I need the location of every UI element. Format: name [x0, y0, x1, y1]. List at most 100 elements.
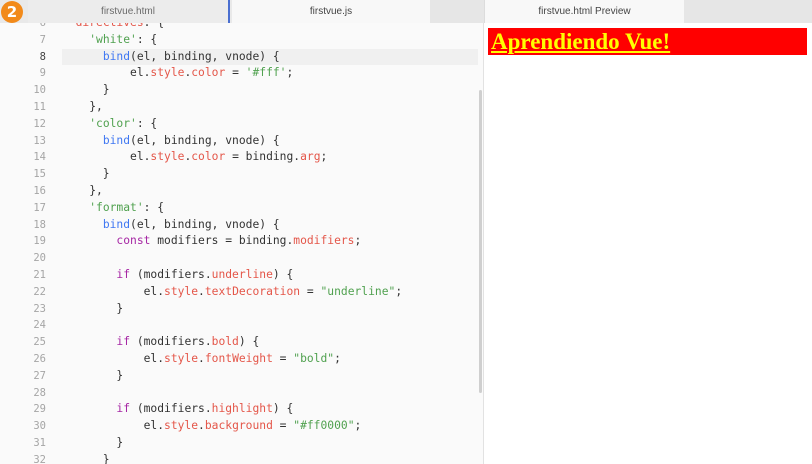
code-line[interactable]: 14 el.style.color = binding.arg;	[0, 149, 478, 166]
tab-bar-empty-area	[684, 0, 812, 23]
code-token: if	[116, 335, 131, 349]
code-text: bind(el, binding, vnode) {	[62, 133, 478, 150]
preview-heading: Aprendiendo Vue!	[488, 28, 807, 55]
code-token: ;	[286, 66, 294, 80]
code-token: style	[164, 419, 199, 433]
code-token: (modifiers.	[130, 335, 212, 349]
code-line[interactable]: 17 'format': {	[0, 200, 478, 217]
code-token: modifiers = binding.	[150, 234, 294, 248]
code-line[interactable]: 25 if (modifiers.bold) {	[0, 334, 478, 351]
code-token: }	[62, 452, 110, 464]
code-token: =	[300, 284, 321, 298]
code-token: color	[191, 150, 226, 164]
code-token: }	[62, 436, 124, 449]
code-token: el.	[62, 150, 151, 164]
code-text: }	[62, 435, 478, 452]
line-number: 12	[33, 117, 46, 130]
code-token: =	[272, 352, 294, 365]
code-token: (modifiers.	[130, 268, 212, 281]
code-line[interactable]: 22 el.style.textDecoration = "underline"…	[0, 284, 478, 301]
code-line[interactable]: 9 el.style.color = '#fff';	[0, 65, 478, 82]
line-number: 30	[33, 420, 46, 433]
code-line[interactable]: 30 el.style.background = "#ff0000";	[0, 418, 478, 435]
code-line[interactable]: 13 bind(el, binding, vnode) {	[0, 133, 478, 150]
code-line[interactable]: 29 if (modifiers.highlight) {	[0, 401, 478, 418]
code-line[interactable]: 24	[0, 317, 478, 334]
tab-firstvue-html-preview[interactable]: firstvue.html Preview	[484, 0, 684, 23]
code-token: (el, binding,	[130, 49, 226, 63]
code-line[interactable]: 27 }	[0, 368, 478, 385]
code-text: 'format': {	[62, 200, 478, 217]
code-token: el.	[62, 419, 165, 433]
tab-bar: firstvue.html firstvue.js firstvue.html …	[0, 0, 812, 23]
code-token: }	[62, 301, 124, 315]
code-text: 'color': {	[62, 116, 478, 133]
line-number: 31	[33, 437, 46, 449]
code-token: .	[198, 419, 205, 433]
code-token: if	[116, 268, 131, 281]
code-line[interactable]: 7 'white': {	[0, 32, 478, 49]
code-token: .	[198, 352, 205, 365]
code-line[interactable]: 21 if (modifiers.underline) {	[0, 267, 478, 284]
code-line[interactable]: 19 const modifiers = binding.modifiers;	[0, 233, 478, 250]
code-token: '#fff'	[245, 66, 287, 80]
code-token: =	[225, 66, 246, 80]
code-text: if (modifiers.bold) {	[62, 334, 478, 351]
tab-firstvue-js[interactable]: firstvue.js	[232, 0, 430, 23]
code-editor[interactable]: 6 directives: {7 'white': {8 bind(el, bi…	[0, 23, 483, 464]
code-text: }	[62, 82, 478, 99]
line-number: 11	[33, 101, 46, 113]
code-token: highlight	[211, 402, 273, 416]
code-line[interactable]: 15 }	[0, 166, 478, 183]
code-token: ) {	[272, 402, 294, 416]
code-token: underline	[211, 268, 273, 281]
code-token: },	[62, 100, 103, 113]
code-token: "bold"	[293, 352, 335, 365]
preview-pane: Aprendiendo Vue!	[484, 23, 812, 464]
line-number: 16	[33, 185, 46, 197]
code-line[interactable]: 16 },	[0, 183, 478, 200]
code-token: const	[116, 234, 151, 248]
code-text: }	[62, 368, 478, 385]
code-line[interactable]: 11 },	[0, 99, 478, 116]
code-line[interactable]: 32 }	[0, 452, 478, 464]
line-number: 25	[33, 336, 46, 349]
code-token: background	[204, 419, 273, 433]
code-token: ) {	[238, 335, 260, 349]
code-line[interactable]: 18 bind(el, binding, vnode) {	[0, 217, 478, 234]
tab-firstvue-html[interactable]: firstvue.html	[28, 0, 230, 23]
code-token: : {	[136, 32, 158, 46]
code-text: }	[62, 301, 478, 318]
code-line[interactable]: 26 el.style.fontWeight = "bold";	[0, 351, 478, 368]
code-line[interactable]: 12 'color': {	[0, 116, 478, 133]
code-line[interactable]: 20	[0, 250, 478, 267]
code-line[interactable]: 28	[0, 385, 478, 402]
code-token: style	[164, 352, 199, 365]
tab-bar-spacer	[430, 0, 484, 23]
code-line[interactable]: 8 bind(el, binding, vnode) {	[0, 48, 478, 66]
code-text: if (modifiers.highlight) {	[62, 401, 478, 418]
code-token: el.	[62, 284, 165, 298]
editor-scrollbar[interactable]	[479, 90, 482, 393]
code-token: style	[150, 66, 185, 80]
code-line[interactable]: 23 }	[0, 301, 478, 318]
line-number: 29	[33, 403, 46, 416]
code-line[interactable]: 10 }	[0, 82, 478, 99]
code-token: if	[116, 402, 131, 416]
code-text: const modifiers = binding.modifiers;	[62, 233, 478, 250]
code-token: ;	[354, 419, 362, 433]
line-number: 27	[33, 369, 46, 382]
code-line[interactable]: 6 directives: {	[0, 23, 478, 32]
code-token: modifiers	[293, 234, 355, 248]
code-line[interactable]: 31 }	[0, 435, 478, 452]
code-token: "underline"	[320, 284, 396, 298]
code-token: style	[164, 284, 199, 298]
code-token: ;	[395, 284, 403, 298]
code-token: bind	[102, 133, 131, 147]
